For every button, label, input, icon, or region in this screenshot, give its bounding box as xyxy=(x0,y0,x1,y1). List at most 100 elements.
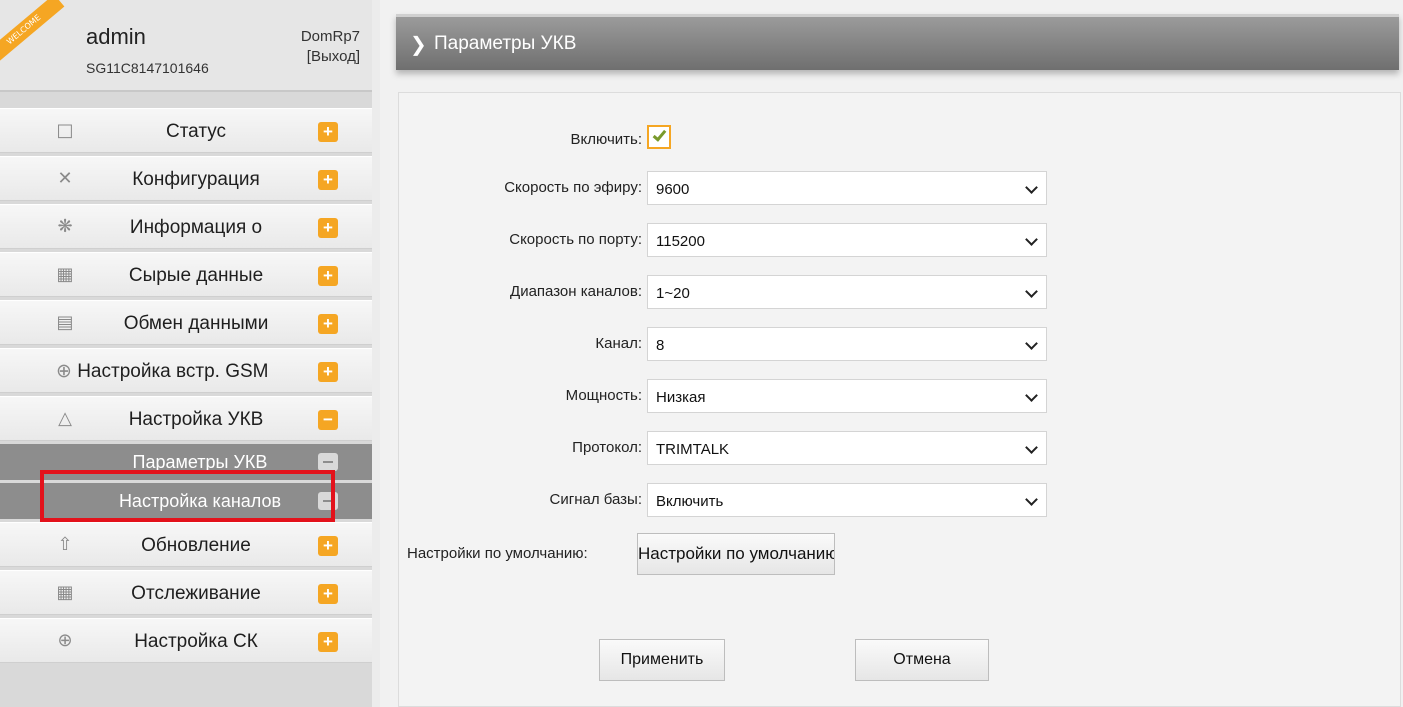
upload-icon: ⇧ xyxy=(57,534,73,555)
cancel-button[interactable]: Отмена xyxy=(855,639,989,681)
calendar-chart-icon: ▦ xyxy=(56,582,74,603)
chevron-down-icon xyxy=(1025,181,1038,194)
satellite-icon: ❋ xyxy=(57,216,73,237)
base-signal-select[interactable]: Включить xyxy=(647,483,1047,517)
air-rate-label: Скорость по эфиру: xyxy=(504,179,642,196)
protocol-value: TRIMTALK xyxy=(656,441,730,458)
sidebar-item-label: Конфигурация xyxy=(132,169,260,190)
monitor-icon: □ xyxy=(56,120,74,141)
channel-range-value: 1~20 xyxy=(656,285,690,302)
sidebar-item-label: Сырые данные xyxy=(128,265,264,286)
page-title: Параметры УКВ xyxy=(434,33,577,54)
expand-icon[interactable]: + xyxy=(318,122,338,142)
channel-range-select[interactable]: 1~20 xyxy=(647,275,1047,309)
form-row-protocol: Протокол: TRIMTALK xyxy=(399,431,1402,465)
chevron-right-icon: ❯ xyxy=(410,32,427,56)
welcome-ribbon: WELCOME xyxy=(0,0,65,66)
form-row-enable: Включить: xyxy=(399,123,1402,157)
sidebar-subitem-label: Настройка каналов xyxy=(118,491,282,511)
sidebar-item-label: ⊕ Настройка встр. GSM xyxy=(56,349,300,394)
power-value: Низкая xyxy=(656,389,706,406)
chevron-down-icon xyxy=(1025,389,1038,402)
channel-value: 8 xyxy=(656,337,665,354)
checkmark-icon xyxy=(652,127,667,142)
sidebar-item-label: Обновление xyxy=(141,535,251,556)
expand-icon[interactable]: + xyxy=(318,218,338,238)
device-name: DomRp7 xyxy=(300,28,360,45)
chevron-down-icon xyxy=(1025,493,1038,506)
page-header: ❯ Параметры УКВ xyxy=(396,14,1399,70)
form-row-port-rate: Скорость по порту: 115200 xyxy=(399,223,1402,257)
expand-icon[interactable]: + xyxy=(318,536,338,556)
air-rate-value: 9600 xyxy=(656,181,690,198)
expand-icon[interactable]: + xyxy=(318,266,338,286)
sidebar-item-label: Настройка УКВ xyxy=(128,409,264,430)
form-row-air-rate: Скорость по эфиру: 9600 xyxy=(399,171,1402,205)
sidebar-item-configuration[interactable]: ✕ Конфигурация + xyxy=(0,156,372,201)
chevron-down-icon xyxy=(1025,441,1038,454)
sidebar-subitem-label: Параметры УКВ xyxy=(132,452,268,472)
sidebar-item-label: Информация о xyxy=(129,217,263,238)
user-name: admin xyxy=(86,24,146,49)
settings-form: Включить: Скорость по эфиру: 9600 Скорос… xyxy=(398,92,1401,707)
sidebar-subitem-channels[interactable]: Настройка каналов xyxy=(0,483,372,519)
expand-icon[interactable]: + xyxy=(318,314,338,334)
form-row-defaults: Настройки по умолчанию: Настройки по умо… xyxy=(399,531,1402,577)
channel-label: Канал: xyxy=(595,335,642,352)
device-serial: SG11C8147101646 xyxy=(86,60,209,76)
sidebar-item-raw-data[interactable]: ▦ Сырые данные + xyxy=(0,252,372,297)
form-row-power: Мощность: Низкая xyxy=(399,379,1402,413)
form-row-channel: Канал: 8 xyxy=(399,327,1402,361)
enable-checkbox[interactable] xyxy=(647,125,671,149)
protocol-label: Протокол: xyxy=(572,439,642,456)
sidebar-item-update[interactable]: ⇧ Обновление + xyxy=(0,522,372,567)
form-row-channel-range: Диапазон каналов: 1~20 xyxy=(399,275,1402,309)
protocol-select[interactable]: TRIMTALK xyxy=(647,431,1047,465)
sidebar-item-uhf[interactable]: △ Настройка УКВ − xyxy=(0,396,372,441)
logout-link[interactable]: [Выход] xyxy=(307,48,360,65)
globe-icon: ⊕ xyxy=(57,630,73,651)
form-row-base-signal: Сигнал базы: Включить xyxy=(399,483,1402,517)
tools-icon: ✕ xyxy=(57,168,73,189)
sidebar-item-text: Настройка встр. GSM xyxy=(77,361,269,382)
collapse-icon[interactable]: − xyxy=(318,410,338,430)
port-rate-label: Скорость по порту: xyxy=(509,231,642,248)
sidebar-item-data-exchange[interactable]: ▤ Обмен данными + xyxy=(0,300,372,345)
power-select[interactable]: Низкая xyxy=(647,379,1047,413)
chart-icon: ▦ xyxy=(56,264,74,285)
expand-icon[interactable]: + xyxy=(318,170,338,190)
base-signal-label: Сигнал базы: xyxy=(549,491,642,508)
sidebar-item-label: Отслеживание xyxy=(131,583,261,604)
expand-icon[interactable]: + xyxy=(318,632,338,652)
enable-label: Включить: xyxy=(570,131,642,148)
port-rate-value: 115200 xyxy=(656,233,705,250)
sidebar-item-label: Обмен данными xyxy=(123,313,269,334)
air-rate-select[interactable]: 9600 xyxy=(647,171,1047,205)
expand-icon[interactable]: + xyxy=(318,362,338,382)
sidebar-item-tracking[interactable]: ▦ Отслеживание + xyxy=(0,570,372,615)
globe-icon: ⊕ xyxy=(56,360,72,382)
apply-button[interactable]: Применить xyxy=(599,639,725,681)
chevron-down-icon xyxy=(1025,337,1038,350)
sidebar-item-gsm[interactable]: ⊕ Настройка встр. GSM + xyxy=(0,348,372,393)
main-panel: ❯ Параметры УКВ Включить: Скорость по эф… xyxy=(380,0,1403,707)
defaults-button[interactable]: Настройки по умолчанию xyxy=(637,533,835,575)
sidebar-item-label: Настройка СК xyxy=(134,631,258,652)
app-root: WELCOME admin SG11C8147101646 DomRp7 [Вы… xyxy=(0,0,1403,707)
sidebar-item-status[interactable]: □ Статус + xyxy=(0,108,372,153)
network-icon: ▤ xyxy=(56,312,74,333)
minus-icon xyxy=(318,453,338,471)
sidebar-menu: □ Статус + ✕ Конфигурация + ❋ Информация… xyxy=(0,108,372,666)
channel-range-label: Диапазон каналов: xyxy=(510,283,642,300)
expand-icon[interactable]: + xyxy=(318,584,338,604)
channel-select[interactable]: 8 xyxy=(647,327,1047,361)
sidebar-item-coord-system[interactable]: ⊕ Настройка СК + xyxy=(0,618,372,663)
defaults-label: Настройки по умолчанию: xyxy=(407,545,588,562)
sidebar-item-info[interactable]: ❋ Информация о + xyxy=(0,204,372,249)
user-panel: WELCOME admin SG11C8147101646 DomRp7 [Вы… xyxy=(0,0,372,92)
power-label: Мощность: xyxy=(565,387,642,404)
port-rate-select[interactable]: 115200 xyxy=(647,223,1047,257)
minus-icon xyxy=(318,492,338,510)
antenna-icon: △ xyxy=(58,408,72,429)
sidebar-subitem-uhf-params[interactable]: Параметры УКВ xyxy=(0,444,372,480)
